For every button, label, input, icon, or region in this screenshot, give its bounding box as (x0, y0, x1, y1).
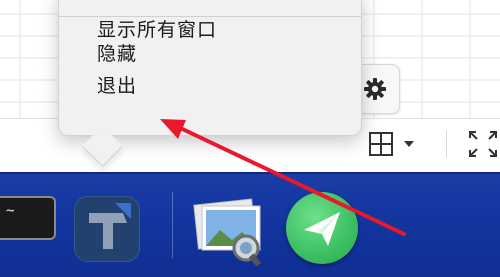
menu-divider (59, 16, 361, 17)
fullscreen-button[interactable] (466, 128, 500, 160)
table-dropdown-button[interactable] (366, 130, 424, 158)
gear-icon (364, 78, 386, 100)
terminal-icon[interactable]: ~ (0, 196, 56, 240)
menu-item-show-all-windows[interactable]: 显示所有窗口 (97, 19, 217, 43)
send-arrow-icon[interactable] (286, 192, 358, 264)
menu-item-quit[interactable]: 退出 (97, 75, 137, 99)
preview-icon[interactable] (190, 196, 268, 267)
terminal-prompt: ~ (6, 203, 15, 219)
table-grid-icon (369, 132, 414, 156)
dock-context-menu: 显示所有窗口 隐藏 退出 (58, 0, 362, 136)
dock-separator (172, 192, 173, 258)
fullscreen-icon (469, 131, 497, 157)
typora-icon[interactable] (74, 196, 140, 262)
typora-t-glyph (89, 203, 131, 249)
paper-plane-glyph (304, 212, 340, 246)
menu-item-hide[interactable]: 隐藏 (97, 43, 137, 67)
toolbar-divider (446, 130, 447, 158)
